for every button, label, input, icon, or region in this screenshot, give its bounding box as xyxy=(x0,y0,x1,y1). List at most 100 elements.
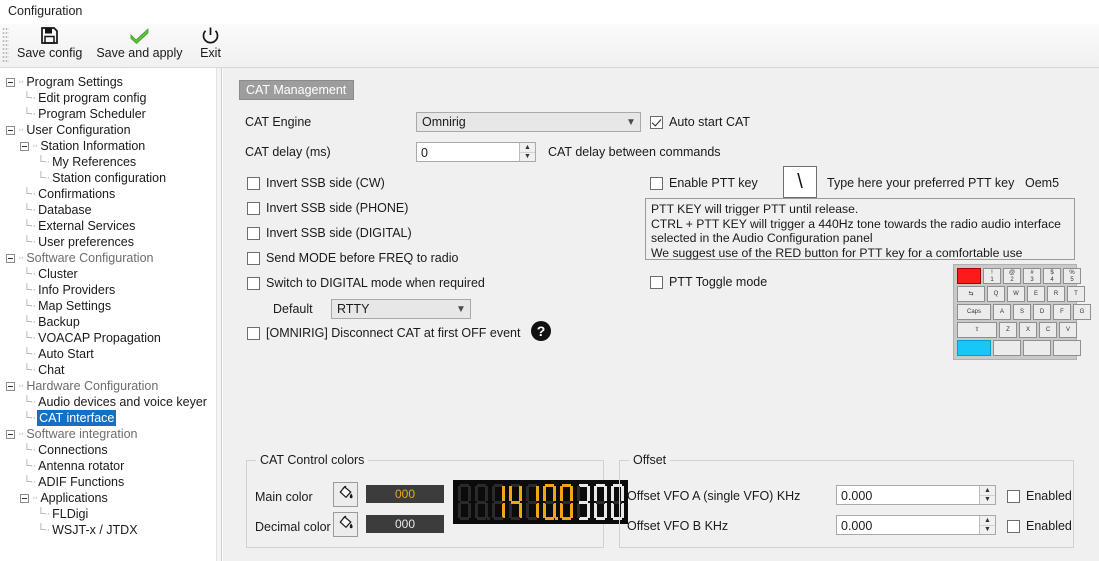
keyboard-key[interactable]: G xyxy=(1073,304,1091,320)
tree-expander-icon[interactable] xyxy=(20,493,29,503)
keyboard-key[interactable]: D xyxy=(1033,304,1051,320)
omnirig-disconnect-checkbox[interactable]: [OMNIRIG] Disconnect CAT at first OFF ev… xyxy=(247,326,520,340)
keyboard-key[interactable]: #3 xyxy=(1023,268,1041,284)
offset-vfo-b-enabled-checkbox[interactable]: Enabled xyxy=(1007,519,1072,533)
keyboard-key[interactable]: T xyxy=(1067,286,1085,302)
keyboard-key[interactable]: @2 xyxy=(1003,268,1021,284)
tree-expander-icon[interactable] xyxy=(6,125,15,135)
ptt-key-input[interactable]: \ xyxy=(783,166,817,198)
offset-vfo-a-stepper[interactable]: ▲ ▼ xyxy=(979,486,995,504)
keyboard-key[interactable]: S xyxy=(1013,304,1031,320)
cat-delay-stepper[interactable]: ▲ ▼ xyxy=(519,143,535,161)
sidebar-item-station-configuration[interactable]: └·· Station configuration xyxy=(0,170,221,186)
keyboard-diagram[interactable]: ! 1 @2 #3 $4% 5 ⇆ Q W E R T Caps A S D F G ⇧ Z X C V xyxy=(953,264,1091,360)
sidebar-item-antenna-rotator[interactable]: └·· Antenna rotator xyxy=(0,458,221,474)
auto-start-cat-checkbox[interactable]: Auto start CAT xyxy=(650,115,750,129)
navigation-tree[interactable]: ·· Program Settings └·· Edit program config… xyxy=(0,68,222,561)
keyboard-key-highlight-cyan[interactable] xyxy=(957,340,991,356)
keyboard-key[interactable]: Q xyxy=(987,286,1005,302)
sidebar-item-cluster[interactable]: └·· Cluster xyxy=(0,266,221,282)
cat-engine-select[interactable]: Omnirig ▼ xyxy=(416,112,641,132)
sidebar-item-chat[interactable]: └·· Chat xyxy=(0,362,221,378)
save-config-button[interactable]: Save config xyxy=(10,24,89,67)
sidebar-item-wsjt-x-jtdx[interactable]: └·· WSJT-x / JTDX xyxy=(0,522,221,538)
offset-vfo-a-enabled-checkbox[interactable]: Enabled xyxy=(1007,489,1072,503)
sidebar-item-database[interactable]: └·· Database xyxy=(0,202,221,218)
switch-digital-mode-checkbox[interactable]: Switch to DIGITAL mode when required xyxy=(247,276,485,290)
tree-expander-icon[interactable] xyxy=(6,429,15,439)
sidebar-item-connections[interactable]: └·· Connections xyxy=(0,442,221,458)
sidebar-item-confirmations[interactable]: └·· Confirmations xyxy=(0,186,221,202)
keyboard-key[interactable] xyxy=(1053,340,1081,356)
keyboard-key[interactable]: ⇧ xyxy=(957,322,997,338)
offset-vfo-b-up-icon[interactable]: ▲ xyxy=(980,516,995,526)
keyboard-key[interactable]: ⇆ xyxy=(957,286,985,302)
send-mode-before-freq-checkbox[interactable]: Send MODE before FREQ to radio xyxy=(247,251,458,265)
keyboard-key[interactable]: E xyxy=(1027,286,1045,302)
sidebar-item-cat-interface[interactable]: └·· CAT interface xyxy=(0,410,221,426)
keyboard-key[interactable]: $4 xyxy=(1043,268,1061,284)
default-mode-select[interactable]: RTTY ▼ xyxy=(331,299,471,319)
sidebar-item-backup[interactable]: └·· Backup xyxy=(0,314,221,330)
sidebar-item-voacap-propagation[interactable]: └·· VOACAP Propagation xyxy=(0,330,221,346)
ptt-toggle-mode-checkbox[interactable]: PTT Toggle mode xyxy=(650,275,767,289)
sidebar-item-hardware-configuration[interactable]: ·· Hardware Configuration xyxy=(0,378,221,394)
decimal-color-picker-button[interactable] xyxy=(333,512,358,537)
sidebar-item-map-settings[interactable]: └·· Map Settings xyxy=(0,298,221,314)
invert-ssb-cw-checkbox[interactable]: Invert SSB side (CW) xyxy=(247,176,385,190)
tree-expander-icon[interactable] xyxy=(6,381,15,391)
keyboard-key[interactable]: R xyxy=(1047,286,1065,302)
sidebar-item-station-information[interactable]: ·· Station Information xyxy=(0,138,221,154)
tree-connector-icon: └·· xyxy=(23,396,36,408)
tree-expander-icon[interactable] xyxy=(6,77,15,87)
offset-vfo-a-down-icon[interactable]: ▼ xyxy=(980,496,995,505)
sidebar-item-program-settings[interactable]: ·· Program Settings xyxy=(0,74,221,90)
keyboard-key[interactable]: F xyxy=(1053,304,1071,320)
sidebar-item-software-integration[interactable]: ·· Software integration xyxy=(0,426,221,442)
keyboard-key-ptt-red[interactable] xyxy=(957,268,981,284)
sidebar-item-my-references[interactable]: └·· My References xyxy=(0,154,221,170)
sidebar-scrollbar[interactable] xyxy=(216,68,221,561)
cat-delay-up-icon[interactable]: ▲ xyxy=(520,143,535,153)
cat-delay-down-icon[interactable]: ▼ xyxy=(520,153,535,162)
keyboard-key[interactable]: A xyxy=(993,304,1011,320)
sidebar-item-info-providers[interactable]: └·· Info Providers xyxy=(0,282,221,298)
offset-vfo-b-stepper[interactable]: ▲ ▼ xyxy=(979,516,995,534)
cat-delay-input[interactable]: 0 ▲ ▼ xyxy=(416,142,536,162)
sidebar-item-user-configuration[interactable]: ·· User Configuration xyxy=(0,122,221,138)
keyboard-key[interactable]: % 5 xyxy=(1063,268,1081,284)
sidebar-item-external-services[interactable]: └·· External Services xyxy=(0,218,221,234)
tree-expander-icon[interactable] xyxy=(6,253,15,263)
tree-expander-icon[interactable] xyxy=(20,141,29,151)
main-color-picker-button[interactable] xyxy=(333,482,358,507)
save-and-apply-button[interactable]: Save and apply xyxy=(89,24,189,67)
offset-vfo-a-up-icon[interactable]: ▲ xyxy=(980,486,995,496)
keyboard-key[interactable]: Z xyxy=(999,322,1017,338)
offset-vfo-b-input[interactable]: 0.000 ▲ ▼ xyxy=(836,515,996,535)
invert-ssb-digital-checkbox[interactable]: Invert SSB side (DIGITAL) xyxy=(247,226,412,240)
sidebar-item-audio-devices-and-voice-keyer[interactable]: └·· Audio devices and voice keyer xyxy=(0,394,221,410)
keyboard-key[interactable]: V xyxy=(1059,322,1077,338)
enable-ptt-key-checkbox[interactable]: Enable PTT key xyxy=(650,176,758,190)
sidebar-item-auto-start[interactable]: └·· Auto Start xyxy=(0,346,221,362)
sidebar-item-user-preferences[interactable]: └·· User preferences xyxy=(0,234,221,250)
keyboard-key[interactable] xyxy=(1023,340,1051,356)
offset-vfo-b-down-icon[interactable]: ▼ xyxy=(980,526,995,535)
keyboard-key[interactable]: X xyxy=(1019,322,1037,338)
sidebar-item-applications[interactable]: ·· Applications xyxy=(0,490,221,506)
sidebar-item-fldigi[interactable]: └·· FLDigi xyxy=(0,506,221,522)
keyboard-key[interactable]: ! 1 xyxy=(983,268,1001,284)
sidebar-item-program-scheduler[interactable]: └·· Program Scheduler xyxy=(0,106,221,122)
exit-button[interactable]: Exit xyxy=(190,24,232,67)
offset-vfo-a-input[interactable]: 0.000 ▲ ▼ xyxy=(836,485,996,505)
question-mark-icon[interactable]: ? xyxy=(531,321,551,341)
keyboard-key[interactable] xyxy=(993,340,1021,356)
keyboard-key[interactable]: Caps xyxy=(957,304,991,320)
sidebar-item-software-configuration[interactable]: ·· Software Configuration xyxy=(0,250,221,266)
keyboard-key[interactable]: C xyxy=(1039,322,1057,338)
sidebar-item-edit-program-config[interactable]: └·· Edit program config xyxy=(0,90,221,106)
keyboard-key[interactable]: W xyxy=(1007,286,1025,302)
toolbar-drag-handle[interactable] xyxy=(2,27,9,63)
sidebar-item-adif-functions[interactable]: └·· ADIF Functions xyxy=(0,474,221,490)
invert-ssb-phone-checkbox[interactable]: Invert SSB side (PHONE) xyxy=(247,201,408,215)
